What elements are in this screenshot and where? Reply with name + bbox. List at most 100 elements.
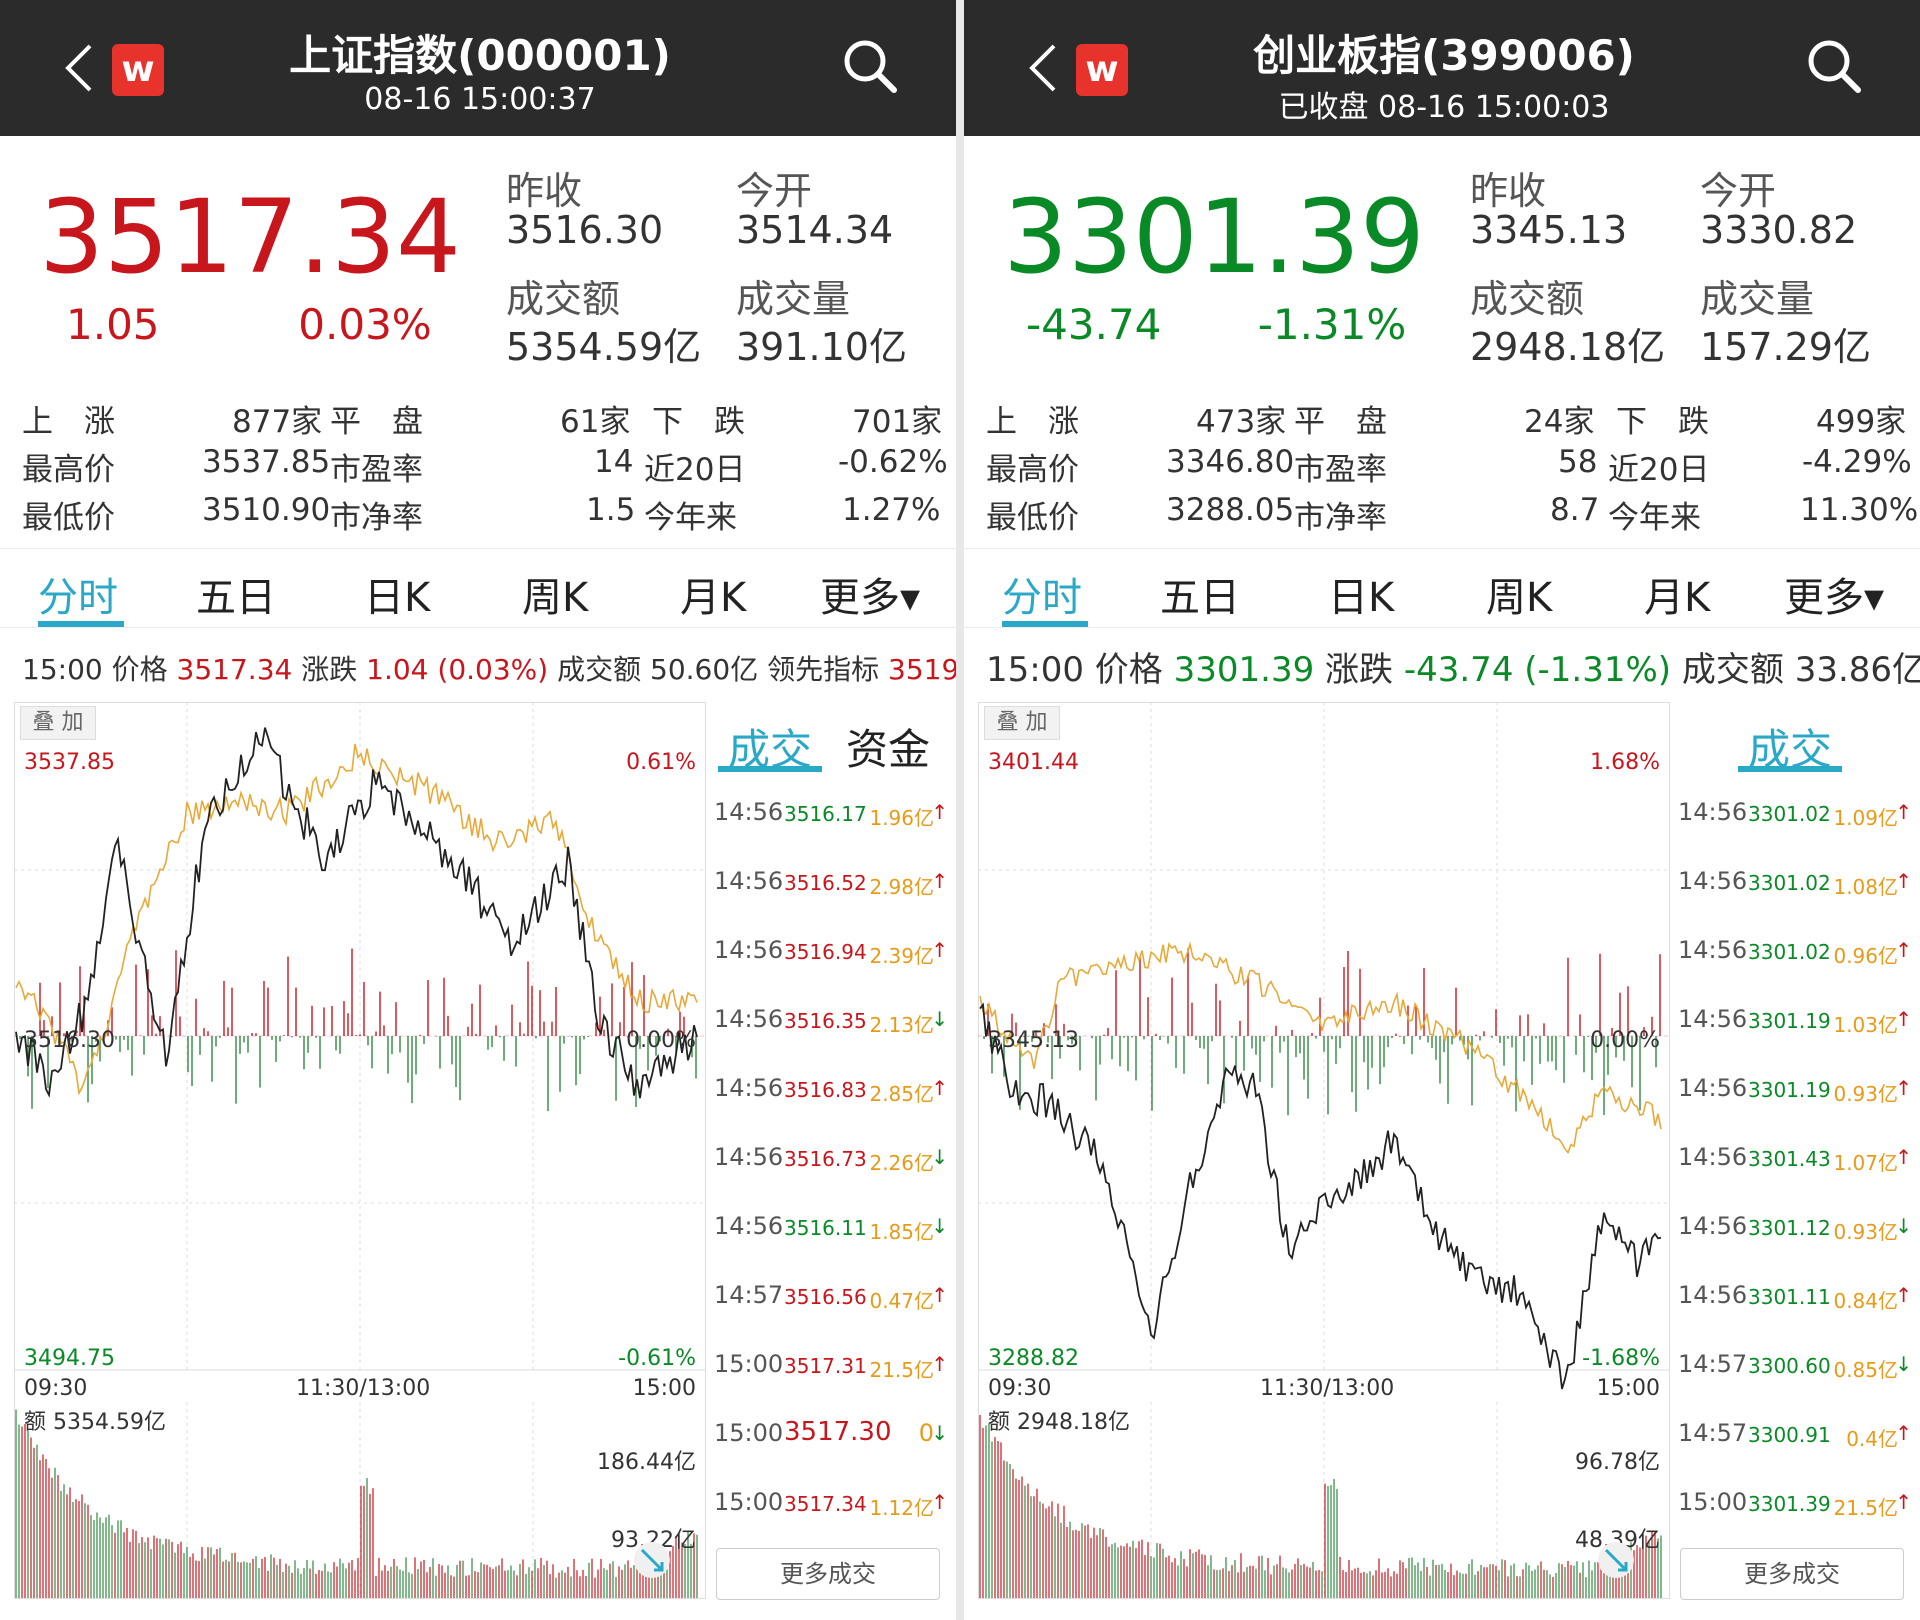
tab-weekly-k[interactable]: 周K [522,565,588,623]
back-arrow-icon[interactable] [1014,38,1074,98]
axis-high-percent: 1.68% [1590,750,1660,775]
tick-volume: 0.47亿 [869,1289,934,1313]
tab-more[interactable]: 更多▾ [820,565,920,623]
stat-label: 最高价 [22,452,115,488]
stat-value: 499家 [1816,404,1907,440]
tab-more[interactable]: 更多▾ [1784,565,1884,623]
overlay-button[interactable]: 叠 加 [20,706,96,740]
up-arrow-icon: ↑ [931,1352,948,1376]
tick-price: 3517.30 [784,1417,892,1447]
stat-value: -0.62% [838,444,948,480]
tick-time: 14:56 [714,1074,784,1102]
stat-value: 24家 [1524,404,1595,440]
info-price: 3517.34 [176,653,293,686]
tick-time: 15:00 [714,1488,784,1516]
tick-volume: 1.96亿 [869,806,934,830]
expand-arrows-icon[interactable] [1596,1540,1636,1580]
quote-value-open: 3514.34 [736,208,894,252]
tick-time: 15:00 [714,1350,784,1378]
tick-price: 3301.02 [1748,871,1831,895]
tick-row: 14:56 3301.02 0.96亿 ↑ [1676,932,1912,972]
stat-label: 近20日 [1608,452,1710,488]
down-arrow-icon: ↓ [1895,1214,1912,1238]
up-arrow-icon: ↑ [931,869,948,893]
tab-weekly-k[interactable]: 周K [1486,565,1552,623]
tick-price: 3516.52 [784,871,867,895]
info-lead-label: 领先指标 [767,653,880,686]
stat-value: 8.7 [1550,492,1600,528]
stat-label: 市净率 [1294,500,1387,536]
tick-row: 14:56 3516.52 2.98亿 ↑ [712,863,948,903]
tick-row: 14:56 3516.83 2.85亿 ↑ [712,1070,948,1110]
tab-five-day[interactable]: 五日 [196,565,276,623]
stat-label: 下 跌 [652,404,745,440]
tab-five-day[interactable]: 五日 [1160,565,1240,623]
more-trades-button[interactable]: 更多成交 [716,1548,940,1600]
quote-label-open: 今开 [736,169,813,213]
stat-value: 701家 [852,404,943,440]
tick-volume: 1.07亿 [1833,1151,1898,1175]
tick-panel: 成交 资金 14:56 3516.17 1.96亿 ↑ 14:56 3516.52 2.98… [712,702,956,1602]
info-turnover: 50.60亿 [650,653,759,686]
tick-price: 3300.91 [1748,1423,1831,1447]
tick-row: 14:56 3301.43 1.07亿 ↑ [1676,1139,1912,1179]
back-arrow-icon[interactable] [50,38,110,98]
tab-monthly-k[interactable]: 月K [1644,565,1710,623]
tick-row: 14:57 3300.91 0.4亿 ↑ [1676,1415,1912,1455]
last-price: 3517.34 [39,178,461,297]
axis-high-price: 3401.44 [988,750,1079,775]
tick-time: 14:56 [714,867,784,895]
tick-time: 14:56 [1678,1005,1748,1033]
tick-price: 3516.17 [784,802,867,826]
side-tab-funds[interactable]: 资金 [846,716,930,777]
axis-high-percent: 0.61% [626,750,696,775]
side-tab-indicator [718,766,822,772]
tick-time: 14:56 [1678,867,1748,895]
quote-value-prev-close: 3516.30 [506,208,664,252]
tick-price: 3301.11 [1748,1285,1831,1309]
intraday-chart[interactable]: 叠 加 3537.85 0.61% 3516.30 0.00% 3494.75 … [14,702,706,1602]
up-arrow-icon: ↑ [931,800,948,824]
tab-daily-k[interactable]: 日K [1328,565,1394,623]
tick-row: 14:56 3301.02 1.08亿 ↑ [1676,863,1912,903]
axis-low-price: 3494.75 [24,1346,115,1371]
tick-time: 14:56 [1678,936,1748,964]
tick-volume: 1.08亿 [1833,875,1898,899]
tick-volume: 0.4亿 [1846,1427,1898,1451]
price-line [979,1002,1662,1390]
price-change: 1.05 [66,300,160,349]
tick-volume: 2.98亿 [869,875,934,899]
more-trades-button[interactable]: 更多成交 [1680,1548,1904,1600]
intraday-chart[interactable]: 叠 加 3401.44 1.68% 3345.13 0.00% 3288.82 … [978,702,1670,1602]
tick-price: 3516.35 [784,1009,867,1033]
tab-monthly-k[interactable]: 月K [680,565,746,623]
stat-label: 市盈率 [330,452,423,488]
stat-value: -4.29% [1802,444,1912,480]
quote-value-turnover: 2948.18亿 [1470,325,1666,369]
tick-volume: 1.09亿 [1833,806,1898,830]
stat-value: 3510.90 [202,492,331,528]
tab-intraday[interactable]: 分时 [1002,565,1082,623]
tick-price: 3517.34 [784,1492,867,1516]
crosshair-info-row: 15:00 价格 3301.39 涨跌 -43.74 (-1.31%) 成交额 … [986,642,1920,691]
tick-volume: 0.85亿 [1833,1358,1898,1382]
tab-intraday[interactable]: 分时 [38,565,118,623]
panel-shanghai-index: w 上证指数(000001) 08-16 15:00:37 3517.34 1.… [0,0,956,1620]
search-icon[interactable] [838,34,902,98]
down-arrow-icon: ↓ [931,1007,948,1031]
tick-row: 15:00 3517.34 1.12亿 ↑ [712,1484,948,1524]
tab-daily-k[interactable]: 日K [364,565,430,623]
stat-label: 上 涨 [22,404,115,440]
stat-value: 3537.85 [202,444,331,480]
overlay-button[interactable]: 叠 加 [984,706,1060,740]
search-icon[interactable] [1802,34,1866,98]
up-arrow-icon: ↑ [931,1283,948,1307]
quote-label-prev-close: 昨收 [506,169,583,213]
stat-label: 上 涨 [986,404,1079,440]
expand-arrows-icon[interactable] [632,1540,672,1580]
tick-row: 14:56 3516.94 2.39亿 ↑ [712,932,948,972]
tick-volume: 2.26亿 [869,1151,934,1175]
tick-price: 3516.11 [784,1216,867,1240]
tick-row: 14:56 3516.17 1.96亿 ↑ [712,794,948,834]
stat-label: 市盈率 [1294,452,1387,488]
